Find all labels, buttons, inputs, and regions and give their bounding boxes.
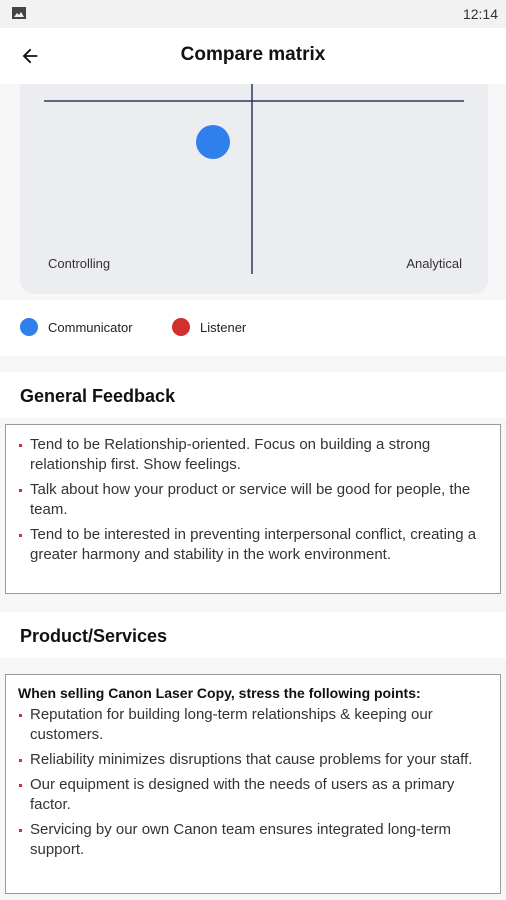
communicator-point [196,125,230,159]
list-item: Tend to be interested in preventing inte… [10,525,494,565]
general-feedback-header: General Feedback [0,372,506,418]
product-services-header: Product/Services [0,612,506,658]
app-bar: Compare matrix [0,28,506,84]
compare-matrix: Controlling Analytical [20,84,488,294]
matrix-label-controlling: Controlling [48,256,111,271]
list-item: Servicing by our own Canon team ensures … [10,820,494,860]
general-feedback-box: Tend to be Relationship-oriented. Focus … [5,424,501,594]
legend-dot-communicator [20,318,38,336]
legend: Communicator Listener [0,300,506,356]
legend-item-communicator: Communicator [20,318,133,336]
status-time: 12:14 [462,6,498,22]
legend-label: Communicator [48,319,133,335]
list-item: Reliability minimizes disruptions that c… [10,750,494,770]
list-item: Tend to be Relationship-oriented. Focus … [10,435,494,475]
feedback-list: Tend to be Relationship-oriented. Focus … [10,435,494,565]
section-title: Product/Services [20,626,168,646]
section-title: General Feedback [20,386,176,406]
image-icon [12,7,26,19]
legend-item-listener: Listener [172,318,246,336]
list-item: Our equipment is designed with the needs… [10,775,494,815]
legend-dot-listener [172,318,190,336]
product-services-heading: When selling Canon Laser Copy, stress th… [18,685,421,701]
list-item: Talk about how your product or service w… [10,480,494,520]
product-points-list: Reputation for building long-term relati… [10,705,494,860]
page-title: Compare matrix [180,44,326,65]
status-bar: 12:14 [0,0,506,28]
matrix-label-analytical: Analytical [406,256,462,271]
list-item: Reputation for building long-term relati… [10,705,494,745]
product-services-box: When selling Canon Laser Copy, stress th… [5,674,501,894]
legend-label: Listener [200,319,247,335]
